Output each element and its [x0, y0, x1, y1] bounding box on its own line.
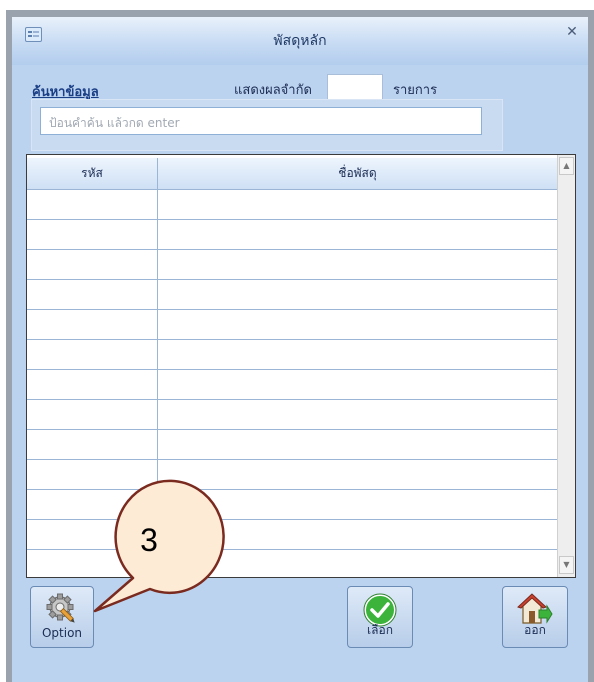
callout-bubble [93, 479, 225, 613]
callout-number: 3 [140, 522, 158, 558]
